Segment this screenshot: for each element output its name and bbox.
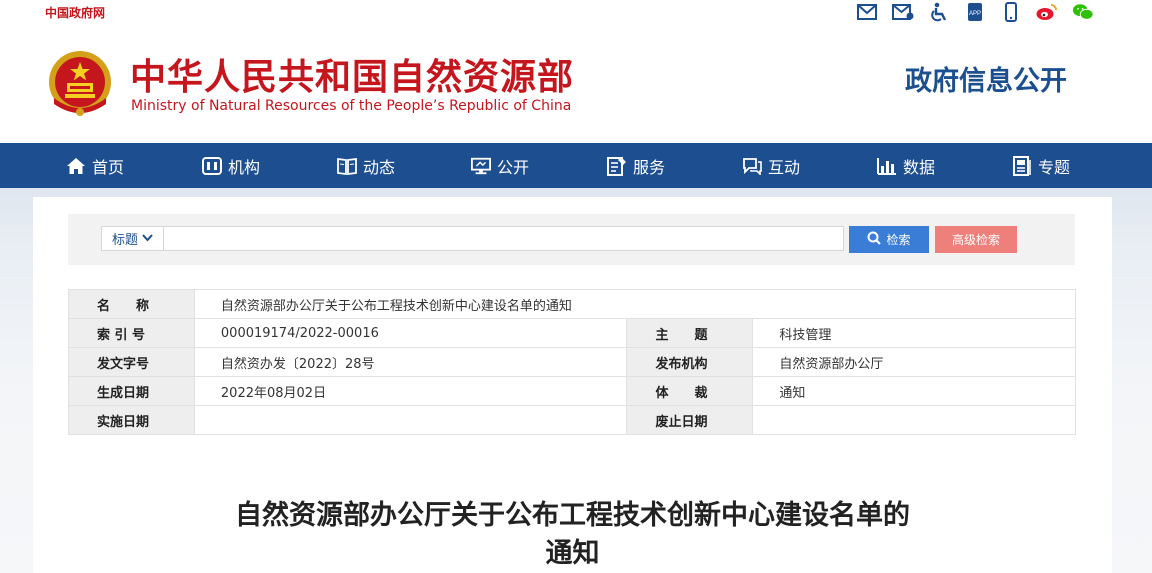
docno-label: 发文字号 [68,347,195,377]
wechat-icon[interactable] [1072,2,1094,22]
document-title-line-2: 通知 [545,538,600,569]
nav-item-news[interactable]: 动态 [337,143,395,188]
advanced-search-label: 高级检索 [951,233,1000,247]
subject-label: 主 题 [626,318,754,348]
subject-value: 科技管理 [752,318,1076,348]
nav-item-label: 数据 [903,157,936,177]
nav-item-institution[interactable]: 机构 [202,143,260,188]
nav-item-topic[interactable]: 专题 [1012,143,1070,188]
topic-icon [1012,155,1032,176]
table-row: 生成日期 2022年08月02日 体 裁 通知 [68,376,1076,406]
nav-item-label: 动态 [363,157,396,177]
table-row: 索 引 号 000019174/2022-00016 主 题 科技管理 [68,318,1076,348]
site-title-chinese[interactable]: 中华人民共和国自然资源部 [130,48,574,100]
mail-forward-icon[interactable] [892,2,914,22]
nav-item-service[interactable]: 服务 [607,143,665,188]
search-type-label: 标题 [111,233,138,248]
news-icon [337,156,357,176]
interaction-icon [742,156,762,176]
effective-label: 实施日期 [68,405,195,435]
mail-icon[interactable] [856,2,878,22]
app-icon[interactable]: APP [964,2,986,22]
top-icons: APP [856,2,1094,22]
genre-label: 体 裁 [626,376,754,406]
nav-item-label: 专题 [1038,157,1071,177]
document-title: 自然资源部办公厅关于公布工程技术创新中心建设名单的 通知 [33,497,1112,573]
national-emblem-logo[interactable] [44,48,116,120]
genre-value: 通知 [752,376,1076,406]
table-row: 实施日期 废止日期 [68,405,1076,435]
content-panel: 标题 检索 高级检索 名 称 自然资源部办公厅关于公布工程技术创新中心建设名单的… [33,197,1112,573]
main-nav: 首页 机构 动态 公开 服务 互动 数据 专题 [0,143,1152,188]
search-icon [867,231,882,248]
search-type-select[interactable]: 标题 [101,226,163,251]
home-icon [66,156,86,176]
nav-item-label: 互动 [768,157,801,177]
accessibility-icon[interactable] [928,2,950,22]
nav-item-disclosure[interactable]: 公开 [471,143,529,188]
search-input[interactable] [163,226,844,251]
name-value: 自然资源部办公厅关于公布工程技术创新中心建设名单的通知 [193,289,1077,319]
gov-portal-link[interactable]: 中国政府网 [45,4,105,21]
table-row: 发文字号 自然资办发〔2022〕28号 发布机构 自然资源部办公厅 [68,347,1076,377]
docno-value: 自然资办发〔2022〕28号 [193,347,628,377]
search-button-label: 检索 [886,233,911,247]
created-label: 生成日期 [68,376,195,406]
effective-value [193,405,628,435]
data-chart-icon [877,156,897,176]
nav-item-home[interactable]: 首页 [66,143,124,188]
nav-item-label: 首页 [92,157,125,177]
index-value: 000019174/2022-00016 [193,318,628,348]
chevron-down-icon [142,231,153,246]
mobile-icon[interactable] [1000,2,1022,22]
nav-item-label: 机构 [228,157,261,177]
document-title-line-1: 自然资源部办公厅关于公布工程技术创新中心建设名单的 [235,500,910,531]
site-header: 中华人民共和国自然资源部 Ministry of Natural Resourc… [0,26,1152,143]
institution-icon [202,156,222,176]
issuer-label: 发布机构 [626,347,754,377]
weibo-icon[interactable] [1036,2,1058,22]
nav-item-data[interactable]: 数据 [877,143,935,188]
expired-label: 废止日期 [626,405,754,435]
table-row: 名 称 自然资源部办公厅关于公布工程技术创新中心建设名单的通知 [68,289,1077,319]
advanced-search-button[interactable]: 高级检索 [935,226,1017,253]
document-metadata-table: 名 称 自然资源部办公厅关于公布工程技术创新中心建设名单的通知 索 引 号 00… [68,289,1077,435]
nav-item-label: 服务 [633,157,666,177]
name-label: 名 称 [68,289,195,319]
index-label: 索 引 号 [68,318,195,348]
top-bar: 中国政府网 APP [0,0,1152,26]
expired-value [752,405,1076,435]
issuer-value: 自然资源部办公厅 [752,347,1076,377]
site-title-english: Ministry of Natural Resources of the Peo… [131,98,572,114]
search-bar: 标题 检索 高级检索 [68,214,1075,265]
disclosure-icon [471,156,491,176]
search-button[interactable]: 检索 [849,226,929,253]
nav-item-label: 公开 [497,157,530,177]
created-value: 2022年08月02日 [193,376,628,406]
nav-item-interaction[interactable]: 互动 [742,143,800,188]
section-title[interactable]: 政府信息公开 [905,59,1067,98]
service-icon [607,156,627,176]
svg-text:APP: APP [969,11,981,17]
